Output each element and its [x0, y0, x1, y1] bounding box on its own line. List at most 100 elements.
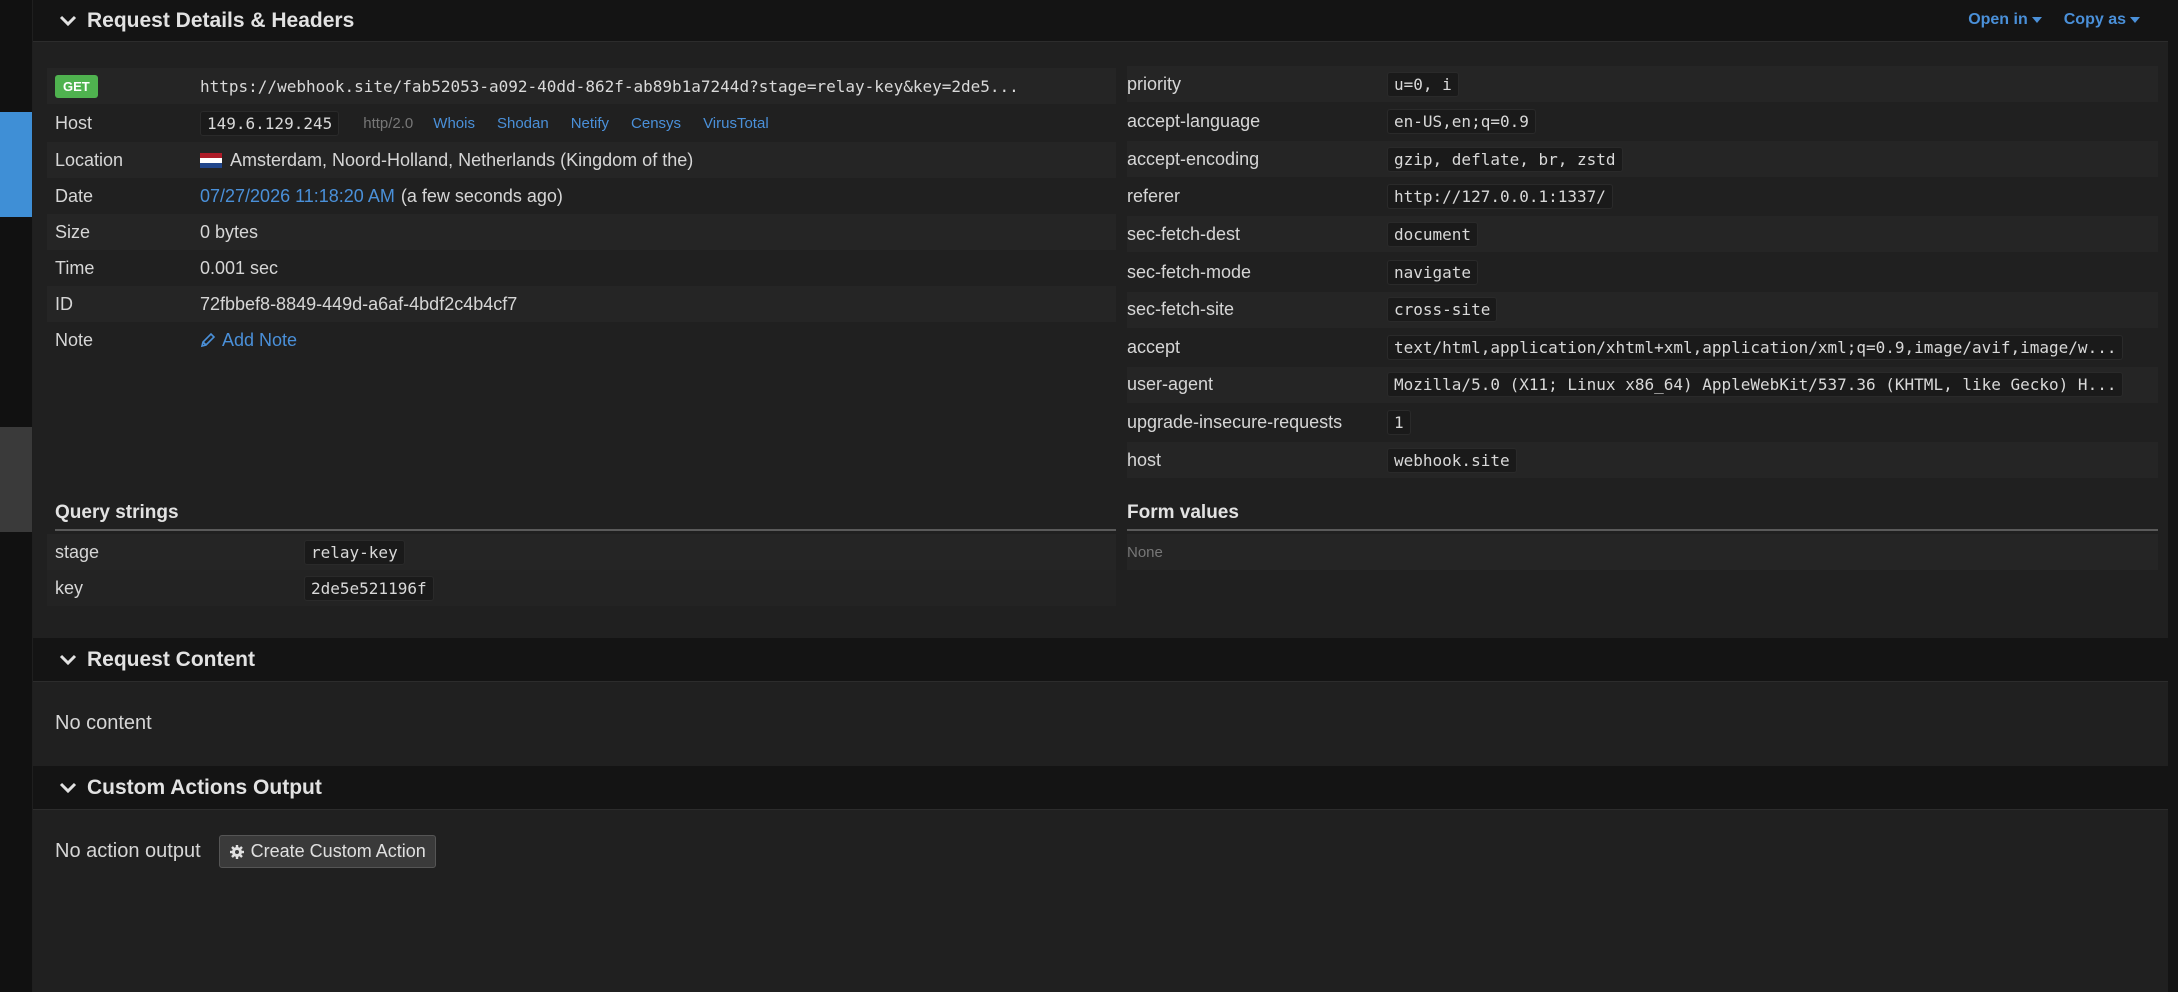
- header-actions: Open in Copy as: [1968, 0, 2140, 40]
- header-value[interactable]: document: [1387, 221, 1479, 247]
- size-label: Size: [55, 221, 91, 242]
- method-badge: GET: [55, 74, 98, 98]
- pencil-icon: [200, 332, 216, 348]
- header-row: priority u=0, i: [1127, 66, 2158, 102]
- form-values-divider: [1127, 529, 2158, 531]
- copy-as-dropdown[interactable]: Copy as: [2064, 11, 2140, 29]
- custom-actions-header[interactable]: Custom Actions Output: [33, 766, 2168, 810]
- location-label: Location: [55, 149, 124, 170]
- rail-active-marker[interactable]: [0, 112, 32, 217]
- header-row: sec-fetch-mode navigate: [1127, 254, 2158, 290]
- query-name: stage: [55, 541, 100, 562]
- header-name: sec-fetch-dest: [1127, 223, 1241, 244]
- form-values-empty: None: [1127, 543, 1163, 561]
- chevron-down-icon[interactable]: [59, 651, 77, 669]
- section-title: Custom Actions Output: [87, 775, 322, 799]
- protocol: http/2.0: [363, 114, 414, 132]
- header-value[interactable]: gzip, deflate, br, zstd: [1387, 146, 1623, 172]
- copy-as-label: Copy as: [2063, 11, 2126, 28]
- date-label: Date: [55, 185, 94, 206]
- query-name: key: [55, 577, 84, 598]
- time-value: 0.001 sec: [200, 257, 279, 278]
- right-scroll-strip[interactable]: [2168, 0, 2178, 992]
- header-row: accept-language en-US,en;q=0.9: [1127, 104, 2158, 140]
- header-row: sec-fetch-site cross-site: [1127, 291, 2158, 328]
- size-value: 0 bytes: [200, 221, 259, 242]
- caret-down-icon: [2130, 17, 2140, 23]
- header-value[interactable]: webhook.site: [1387, 447, 1517, 473]
- header-value[interactable]: cross-site: [1387, 297, 1498, 323]
- location-value: Amsterdam, Noord-Holland, Netherlands (K…: [230, 149, 694, 170]
- query-strings-divider: [55, 529, 1116, 531]
- note-row: Note Add Note: [47, 322, 1116, 358]
- query-value[interactable]: relay-key: [304, 539, 405, 565]
- custom-actions-body: No action output Create Custom Action: [55, 835, 436, 868]
- header-name: accept-encoding: [1127, 148, 1260, 169]
- header-value[interactable]: http://127.0.0.1:1337/: [1387, 184, 1613, 210]
- time-label: Time: [55, 257, 95, 278]
- chevron-down-icon[interactable]: [59, 779, 77, 797]
- open-in-dropdown[interactable]: Open in: [1968, 11, 2042, 29]
- header-row: upgrade-insecure-requests 1: [1127, 404, 2158, 440]
- request-content-body: No content: [55, 712, 152, 734]
- virustotal-link[interactable]: VirusTotal: [703, 115, 769, 132]
- size-row: Size 0 bytes: [47, 214, 1116, 250]
- header-value[interactable]: u=0, i: [1387, 71, 1459, 97]
- add-note-link[interactable]: Add Note: [200, 330, 297, 351]
- header-row: accept text/html,application/xhtml+xml,ap…: [1127, 329, 2158, 365]
- whois-link[interactable]: Whois: [433, 115, 475, 132]
- custom-actions-empty: No action output: [55, 840, 201, 862]
- shodan-link[interactable]: Shodan: [497, 115, 549, 132]
- netify-link[interactable]: Netify: [571, 115, 609, 132]
- location-row: Location Amsterdam, Noord-Holland, Nethe…: [47, 142, 1116, 178]
- header-row: accept-encoding gzip, deflate, br, zstd: [1127, 141, 2158, 178]
- request-content-header[interactable]: Request Content: [33, 638, 2168, 682]
- header-value[interactable]: en-US,en;q=0.9: [1387, 109, 1536, 135]
- create-custom-action-label: Create Custom Action: [250, 841, 426, 861]
- header-row: sec-fetch-dest document: [1127, 216, 2158, 253]
- caret-down-icon: [2031, 17, 2042, 23]
- header-row: referer http://127.0.0.1:1337/: [1127, 179, 2158, 215]
- section-title: Request Details & Headers: [87, 8, 355, 32]
- request-url[interactable]: https://webhook.site/fab52053-a092-40dd-…: [200, 75, 1025, 98]
- id-row: ID 72fbbef8-8849-449d-a6af-4bdf2c4b4cf7: [47, 286, 1116, 322]
- date-row: Date 07/27/2026 11:18:20 AM (a few secon…: [47, 178, 1116, 214]
- header-value[interactable]: text/html,application/xhtml+xml,applicat…: [1387, 334, 2124, 360]
- gear-icon: [229, 844, 244, 859]
- time-row: Time 0.001 sec: [47, 250, 1116, 286]
- netherlands-flag-icon: [200, 152, 222, 168]
- header-name: upgrade-insecure-requests: [1127, 411, 1343, 432]
- url-row: GET https://webhook.site/fab52053-a092-4…: [47, 68, 1116, 104]
- header-name: accept-language: [1127, 111, 1261, 132]
- query-row: key 2de5e521196f: [47, 570, 1116, 606]
- request-details-header[interactable]: Request Details & Headers Open in Copy a…: [33, 0, 2168, 42]
- header-name: referer: [1127, 186, 1181, 207]
- header-value[interactable]: 1: [1387, 409, 1411, 435]
- host-label: Host: [55, 112, 93, 133]
- note-label: Note: [55, 329, 94, 350]
- header-name: sec-fetch-site: [1127, 299, 1235, 320]
- query-row: stage relay-key: [47, 534, 1116, 570]
- main-panel: Request Details & Headers Open in Copy a…: [33, 0, 2168, 992]
- header-value[interactable]: Mozilla/5.0 (X11; Linux x86_64) AppleWeb…: [1387, 372, 2124, 398]
- date-value[interactable]: 07/27/2026 11:18:20 AM: [200, 186, 395, 207]
- header-value[interactable]: navigate: [1387, 259, 1479, 285]
- create-custom-action-button[interactable]: Create Custom Action: [218, 835, 436, 868]
- rail-scroll-marker[interactable]: [0, 427, 32, 532]
- ip-address[interactable]: 149.6.129.245: [200, 110, 340, 136]
- id-value: 72fbbef8-8849-449d-a6af-4bdf2c4b4cf7: [200, 293, 518, 314]
- section-title: Request Content: [87, 647, 255, 671]
- header-row: host webhook.site: [1127, 442, 2158, 478]
- date-relative: (a few seconds ago): [400, 185, 563, 206]
- header-name: host: [1127, 449, 1162, 470]
- chevron-down-icon[interactable]: [59, 12, 77, 30]
- host-row: Host 149.6.129.245 http/2.0 Whois Shodan…: [47, 105, 1116, 141]
- header-name: accept: [1127, 336, 1181, 357]
- censys-link[interactable]: Censys: [631, 115, 681, 132]
- id-label: ID: [55, 293, 73, 314]
- query-value[interactable]: 2de5e521196f: [304, 575, 434, 601]
- form-values-row: None: [1127, 534, 2158, 570]
- header-name: user-agent: [1127, 374, 1214, 395]
- open-in-label: Open in: [1968, 11, 2028, 28]
- left-rail: [0, 0, 32, 992]
